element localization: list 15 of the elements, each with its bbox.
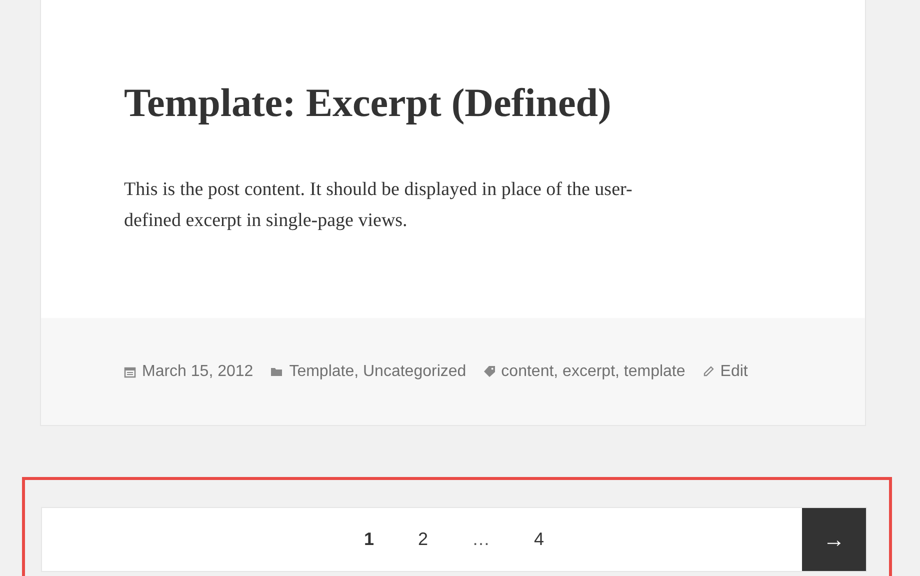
post-title: Template: Excerpt (Defined) bbox=[124, 79, 612, 127]
page-link[interactable]: 2 bbox=[404, 526, 442, 553]
next-page-button[interactable]: → bbox=[802, 508, 866, 571]
page-ellipsis: … bbox=[471, 528, 491, 551]
categories-link[interactable]: Template, Uncategorized bbox=[289, 360, 466, 384]
edit-link[interactable]: Edit bbox=[720, 360, 748, 384]
calendar-icon bbox=[124, 366, 136, 378]
post-content: This is the post content. It should be displayed in place of the user-defined excerpt in single-page views. bbox=[124, 178, 634, 233]
tag-icon bbox=[484, 366, 496, 377]
post-date-link[interactable]: March 15, 2012 bbox=[142, 360, 254, 384]
folder-icon bbox=[271, 366, 284, 376]
current-page[interactable]: 1 bbox=[350, 526, 388, 553]
tags-link[interactable]: content, excerpt, template bbox=[501, 360, 686, 384]
page-link[interactable]: 4 bbox=[520, 526, 558, 553]
pencil-icon bbox=[703, 366, 714, 377]
